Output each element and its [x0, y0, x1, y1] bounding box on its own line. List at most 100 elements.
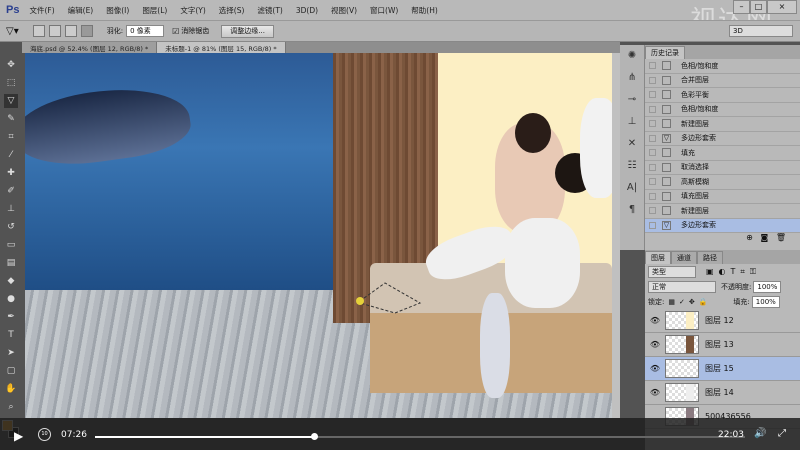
- stamp-tool-icon[interactable]: ⊥: [4, 202, 18, 216]
- history-item[interactable]: 色彩平衡: [645, 88, 800, 103]
- maximize-button[interactable]: □: [750, 0, 767, 14]
- blend-mode-select[interactable]: 正常: [648, 280, 716, 293]
- fullscreen-icon[interactable]: ⤢: [778, 428, 786, 439]
- history-brush-icon[interactable]: ↺: [4, 220, 18, 234]
- feather-input[interactable]: 0 像素: [126, 25, 165, 37]
- history-item[interactable]: 色相/饱和度: [645, 103, 800, 117]
- volume-icon[interactable]: 🔊: [754, 428, 766, 439]
- visibility-eye-icon[interactable]: 👁: [645, 388, 665, 397]
- layer-filter-select[interactable]: 类型: [648, 265, 696, 278]
- move-tool-icon[interactable]: ✥: [4, 58, 18, 72]
- clone-source-icon[interactable]: ⊥: [620, 111, 644, 133]
- adjustment-icon[interactable]: ✺: [620, 45, 644, 67]
- tab-haidi[interactable]: 海底.psd @ 52.4% (图层 12, RGB/8) *: [22, 42, 158, 53]
- rewind-10-icon[interactable]: 10: [38, 428, 51, 441]
- layer-row[interactable]: 👁 图层 15: [645, 357, 800, 381]
- visibility-eye-icon[interactable]: 👁: [645, 316, 665, 325]
- play-icon[interactable]: ▶: [14, 429, 23, 443]
- crop-tool-icon[interactable]: ⌗: [4, 130, 18, 144]
- menu-edit[interactable]: 编辑(E): [68, 5, 94, 16]
- menu-layer[interactable]: 图层(L): [142, 5, 167, 16]
- history-item[interactable]: 填充图层: [645, 190, 800, 204]
- new-document-icon[interactable]: ⊕: [746, 233, 753, 242]
- history-checkbox[interactable]: [649, 163, 656, 171]
- snapshot-icon[interactable]: ◙: [760, 233, 768, 242]
- healing-brush-icon[interactable]: ✚: [4, 166, 18, 180]
- hand-tool-icon[interactable]: ✋: [4, 382, 18, 396]
- history-checkbox[interactable]: [649, 76, 656, 84]
- pen-tool-icon[interactable]: ✒: [4, 310, 18, 324]
- layer-filter-icons[interactable]: ▣◐T⌗⚿: [706, 267, 761, 277]
- tools-icon[interactable]: ✕: [620, 133, 644, 155]
- subtract-selection-icon[interactable]: [64, 25, 77, 37]
- document-canvas[interactable]: [25, 53, 612, 418]
- type-tool-icon[interactable]: T: [4, 328, 18, 342]
- character-icon[interactable]: A|: [620, 177, 644, 199]
- history-item[interactable]: 色相/饱和度: [645, 59, 800, 74]
- lasso-tool-icon[interactable]: ▽: [4, 94, 18, 108]
- close-button[interactable]: ×: [767, 0, 797, 14]
- shape-tool-icon[interactable]: ▢: [4, 364, 18, 378]
- intersect-selection-icon[interactable]: [80, 25, 93, 37]
- blur-tool-icon[interactable]: ◆: [4, 274, 18, 288]
- history-checkbox[interactable]: [649, 120, 656, 128]
- menu-view[interactable]: 视图(V): [331, 5, 357, 16]
- tab-paths[interactable]: 路径: [697, 251, 723, 264]
- trash-icon[interactable]: 🗑: [776, 233, 786, 242]
- antialias-checkbox[interactable]: ☑: [172, 27, 179, 36]
- menu-type[interactable]: 文字(Y): [180, 5, 205, 16]
- history-item[interactable]: 新建图层: [645, 117, 800, 132]
- history-checkbox[interactable]: [649, 62, 656, 70]
- eyedropper-icon[interactable]: ⁄: [4, 148, 18, 162]
- history-checkbox[interactable]: [649, 149, 656, 157]
- new-selection-icon[interactable]: [32, 25, 45, 37]
- brush-presets-icon[interactable]: ⋔: [620, 67, 644, 89]
- workspace-select[interactable]: 3D: [729, 25, 793, 37]
- properties-icon[interactable]: ☷: [620, 155, 644, 177]
- history-tab[interactable]: 历史记录: [645, 46, 685, 59]
- marquee-tool-icon[interactable]: ⬚: [4, 76, 18, 90]
- lock-icons[interactable]: ▦✓✥🔒: [668, 298, 711, 306]
- history-checkbox[interactable]: [649, 105, 656, 113]
- layer-row[interactable]: 👁 图层 13: [645, 333, 800, 357]
- history-checkbox[interactable]: [649, 221, 656, 229]
- tab-untitled[interactable]: 未标题-1 @ 81% (图层 15, RGB/8) *: [157, 42, 286, 53]
- history-checkbox[interactable]: [649, 134, 656, 142]
- menu-select[interactable]: 选择(S): [219, 5, 245, 16]
- menu-3d[interactable]: 3D(D): [296, 6, 318, 15]
- menu-help[interactable]: 帮助(H): [411, 5, 438, 16]
- history-item[interactable]: 取消选择: [645, 161, 800, 175]
- layer-row[interactable]: 👁 图层 12: [645, 309, 800, 333]
- menu-file[interactable]: 文件(F): [29, 5, 54, 16]
- quick-select-icon[interactable]: ✎: [4, 112, 18, 126]
- fill-input[interactable]: 100%: [751, 295, 780, 308]
- seek-handle[interactable]: [311, 433, 319, 440]
- brush-tool-icon[interactable]: ✐: [4, 184, 18, 198]
- history-item[interactable]: ▽ 多边形套索: [645, 218, 800, 233]
- menu-image[interactable]: 图像(I): [106, 5, 129, 16]
- history-checkbox[interactable]: [649, 192, 656, 200]
- tab-layers[interactable]: 图层: [645, 251, 671, 264]
- history-item[interactable]: 合并图层: [645, 74, 800, 88]
- seek-bar[interactable]: [95, 433, 745, 440]
- history-item[interactable]: 新建图层: [645, 204, 800, 219]
- history-checkbox[interactable]: [649, 91, 656, 99]
- paragraph-icon[interactable]: ¶: [620, 199, 644, 221]
- layer-row[interactable]: 👁 图层 14: [645, 381, 800, 405]
- history-item[interactable]: ▽ 多边形套索: [645, 132, 800, 146]
- add-selection-icon[interactable]: [48, 25, 61, 37]
- eraser-tool-icon[interactable]: ▭: [4, 238, 18, 252]
- canvas-scrollbar[interactable]: [612, 53, 620, 418]
- minimize-button[interactable]: –: [733, 0, 750, 14]
- menu-filter[interactable]: 滤镜(T): [257, 5, 282, 16]
- zoom-tool-icon[interactable]: ⌕: [4, 400, 18, 414]
- tool-presets-icon[interactable]: ⊸: [620, 89, 644, 111]
- opacity-input[interactable]: 100%: [753, 280, 782, 293]
- history-item[interactable]: 高斯模糊: [645, 175, 800, 190]
- gradient-tool-icon[interactable]: ▤: [4, 256, 18, 270]
- menu-window[interactable]: 窗口(W): [370, 5, 398, 16]
- polygonal-lasso-icon[interactable]: ▽▾: [6, 26, 19, 37]
- history-item[interactable]: 填充: [645, 146, 800, 161]
- tab-channels[interactable]: 通道: [671, 251, 697, 264]
- visibility-eye-icon[interactable]: 👁: [645, 364, 665, 373]
